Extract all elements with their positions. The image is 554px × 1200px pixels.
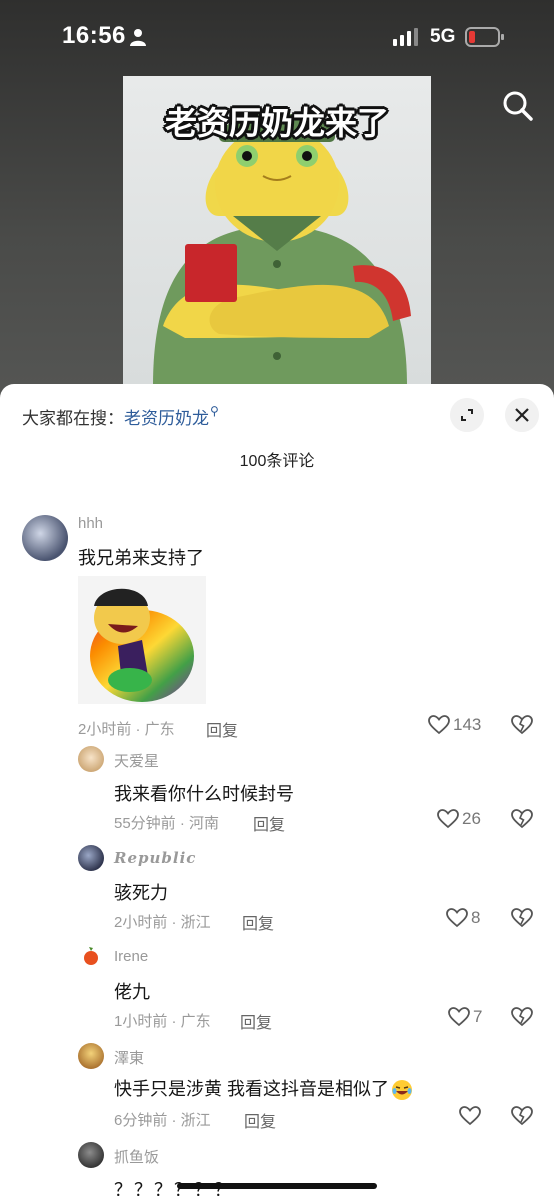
comment-meta: 2小时前 · 浙江 bbox=[114, 914, 211, 931]
search-suggestion-prefix: 大家都在搜： bbox=[22, 409, 124, 428]
status-time: 16:56 bbox=[62, 22, 126, 49]
home-indicator[interactable] bbox=[177, 1183, 377, 1189]
comment-meta: 1小时前 · 广东 bbox=[114, 1013, 211, 1030]
like-button[interactable]: 7 bbox=[448, 1007, 482, 1027]
reply-button[interactable]: 回复 bbox=[244, 1108, 276, 1132]
comment-username[interactable]: Republic bbox=[114, 849, 196, 867]
broken-heart-icon[interactable] bbox=[511, 715, 533, 735]
broken-heart-icon[interactable] bbox=[511, 1106, 533, 1126]
reply-button[interactable]: 回复 bbox=[206, 717, 238, 741]
broken-heart-icon[interactable] bbox=[511, 908, 533, 928]
like-button[interactable]: 26 bbox=[437, 809, 481, 829]
heart-icon bbox=[448, 1007, 470, 1027]
comment-text: 快手只是涉黄 我看这抖音是相似了 bbox=[114, 1075, 413, 1101]
battery-icon bbox=[465, 27, 504, 47]
avatar[interactable] bbox=[78, 746, 104, 772]
broken-heart-icon[interactable] bbox=[511, 1007, 533, 1027]
person-icon bbox=[130, 29, 146, 46]
search-icon[interactable] bbox=[500, 88, 536, 124]
comment-username[interactable]: Irene bbox=[114, 948, 148, 965]
heart-icon bbox=[459, 1106, 481, 1126]
heart-icon bbox=[437, 809, 459, 829]
network-label: 5G bbox=[430, 26, 456, 47]
comment-sheet: 大家都在搜：老资历奶龙⚲ 100条评论 hhh 我兄弟来支持了 2小时前 · 广… bbox=[0, 384, 554, 1200]
broken-heart-icon[interactable] bbox=[511, 809, 533, 829]
like-count: 7 bbox=[473, 1007, 483, 1026]
heart-icon bbox=[446, 908, 468, 928]
comment-text: 佬九 bbox=[114, 982, 150, 1002]
avatar[interactable] bbox=[78, 1142, 104, 1168]
comment-username[interactable]: 天爱星 bbox=[114, 750, 159, 771]
comment-text: 我兄弟来支持了 bbox=[78, 548, 204, 568]
avatar[interactable] bbox=[78, 1043, 104, 1069]
avatar-icon bbox=[84, 947, 98, 965]
reply-button[interactable]: 回复 bbox=[253, 811, 285, 835]
like-count: 8 bbox=[471, 908, 481, 927]
comment-username[interactable]: 抓鱼饭 bbox=[114, 1146, 159, 1167]
expand-icon[interactable] bbox=[450, 398, 484, 432]
comment-sticker-image[interactable] bbox=[78, 576, 206, 704]
signal-icon bbox=[393, 28, 418, 46]
laughing-emoji-icon bbox=[391, 1079, 413, 1101]
comment-text-content: 快手只是涉黄 我看这抖音是相似了 bbox=[114, 1079, 389, 1099]
small-search-icon: ⚲ bbox=[210, 404, 219, 418]
like-count: 26 bbox=[462, 809, 481, 828]
comment-meta: 55分钟前 · 河南 bbox=[114, 815, 220, 832]
comment-meta: 2小时前 · 广东 bbox=[78, 721, 175, 738]
avatar[interactable] bbox=[78, 944, 104, 970]
video-caption: 老资历奶龙来了 bbox=[164, 104, 389, 142]
avatar[interactable] bbox=[78, 845, 104, 871]
status-bar: 16:56 5G bbox=[0, 0, 554, 76]
heart-icon bbox=[428, 715, 450, 735]
like-button[interactable]: 143 bbox=[428, 715, 481, 735]
avatar[interactable] bbox=[22, 515, 68, 561]
comment-text: 骇死力 bbox=[114, 883, 168, 903]
reply-button[interactable]: 回复 bbox=[240, 1009, 272, 1033]
comment-count: 100条评论 bbox=[239, 453, 315, 470]
like-count: 143 bbox=[453, 715, 482, 734]
like-button[interactable]: 8 bbox=[446, 908, 480, 928]
reply-button[interactable]: 回复 bbox=[242, 910, 274, 934]
like-button[interactable] bbox=[459, 1106, 484, 1126]
search-suggestion-keyword[interactable]: 老资历奶龙 bbox=[124, 409, 209, 428]
close-icon[interactable] bbox=[505, 398, 539, 432]
comment-meta: 6分钟前 · 浙江 bbox=[114, 1112, 211, 1129]
search-suggestion[interactable]: 大家都在搜：老资历奶龙⚲ bbox=[22, 404, 219, 429]
comment-text: 我来看你什么时候封号 bbox=[114, 784, 294, 804]
video-thumbnail[interactable]: 老资历奶龙来了 bbox=[123, 76, 431, 386]
comment-username[interactable]: hhh bbox=[78, 515, 103, 532]
comment-username[interactable]: 澤東 bbox=[114, 1047, 144, 1068]
